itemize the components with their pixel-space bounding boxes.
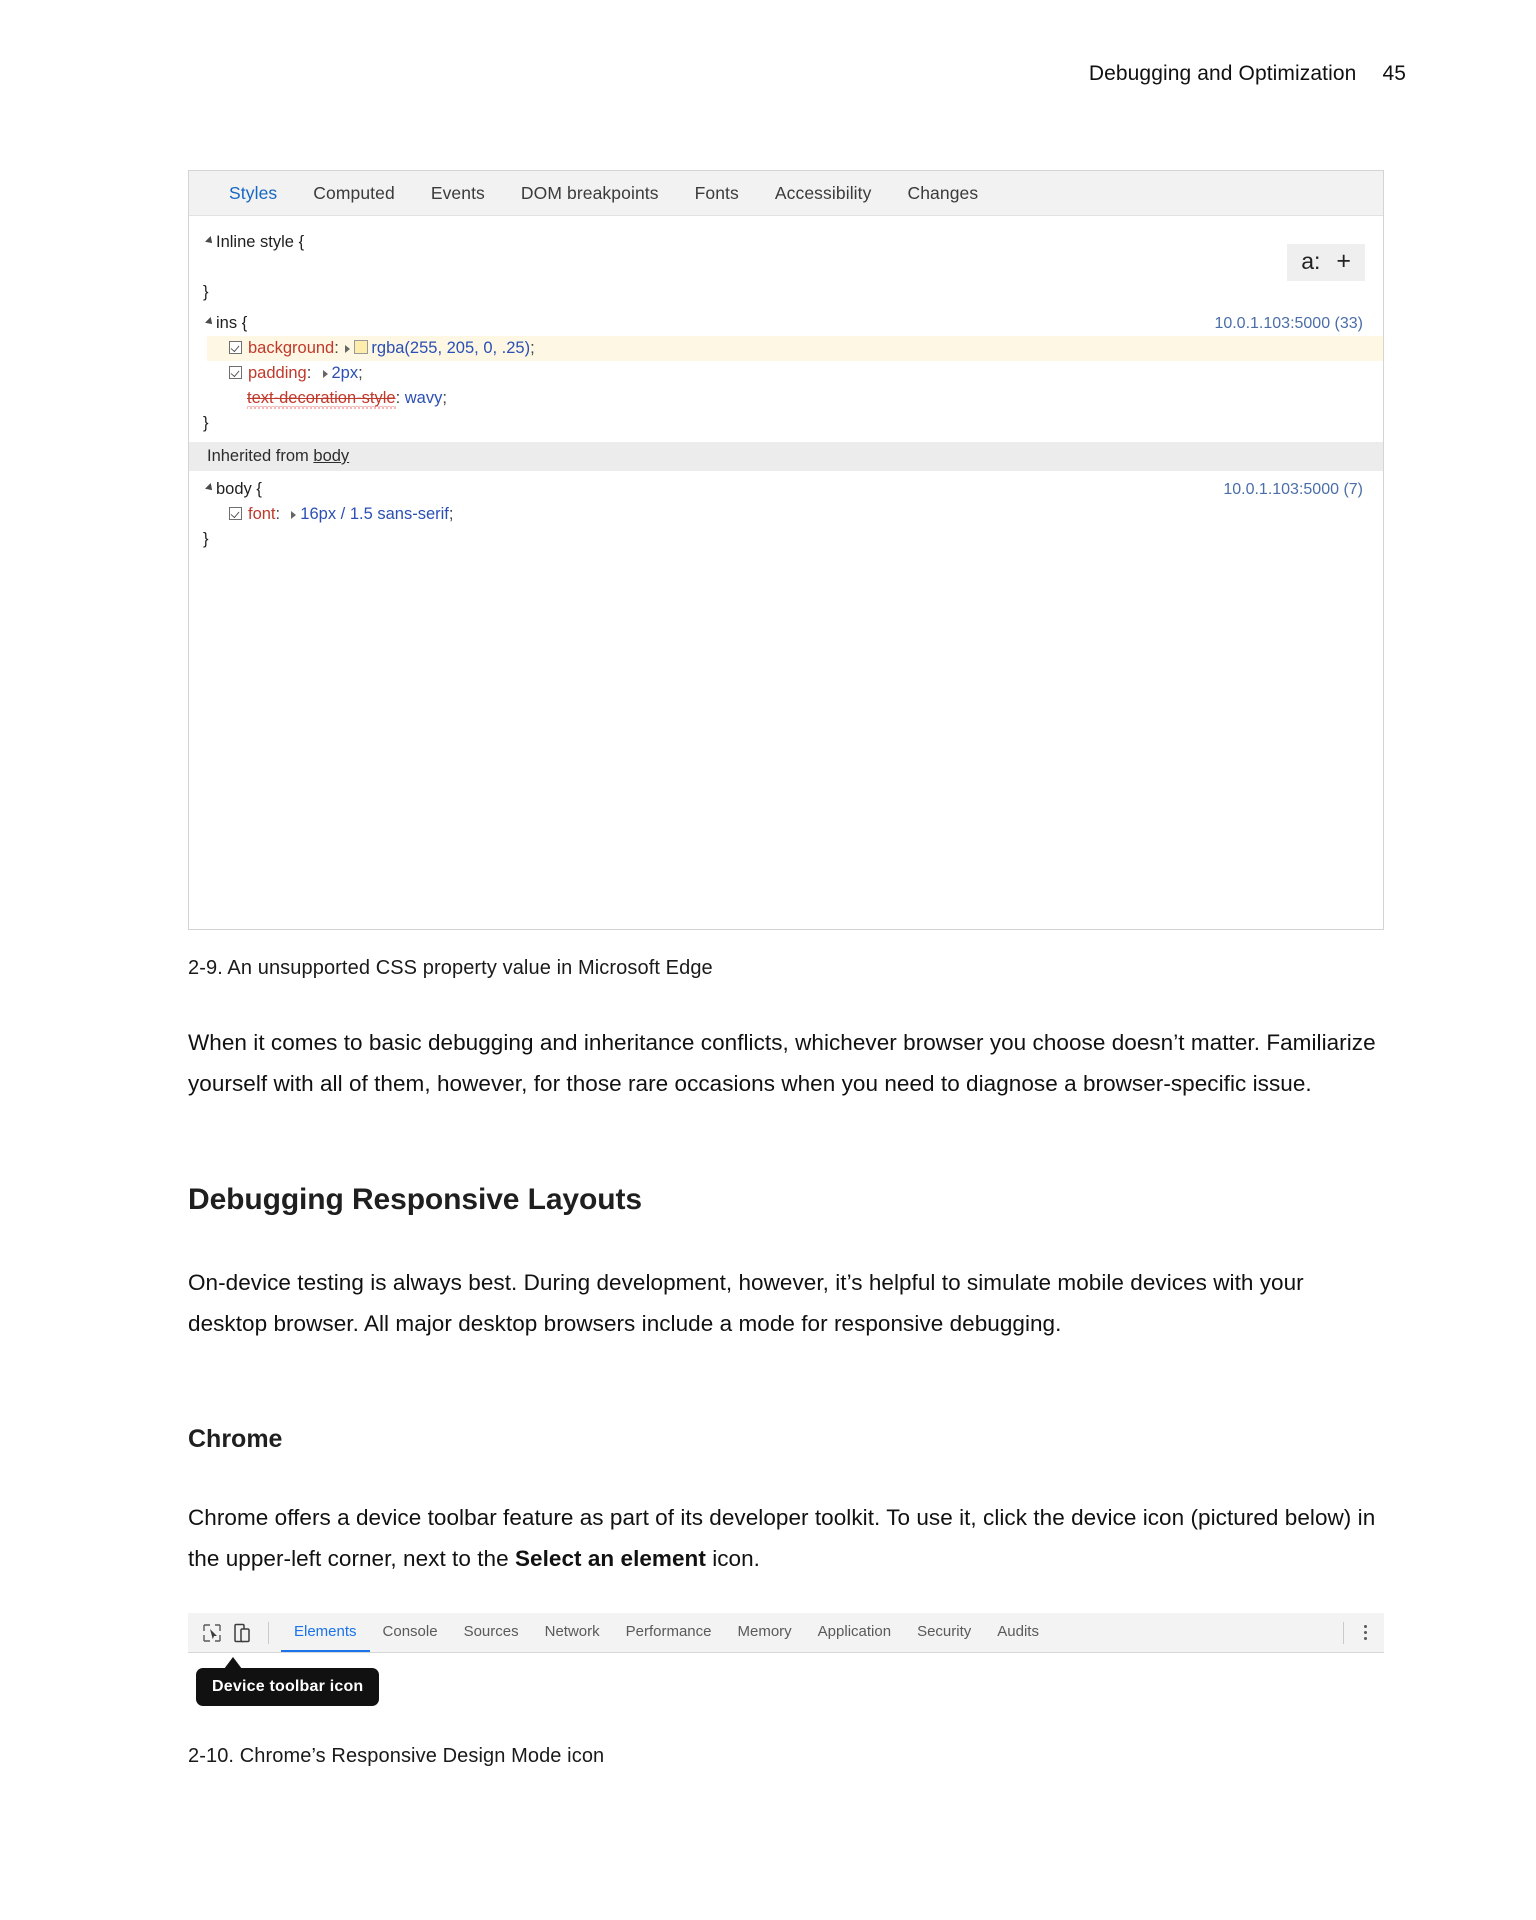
selector-text: Inline style — [216, 233, 294, 251]
property-value: 16px / 1.5 sans-serif — [300, 505, 449, 523]
semicolon: ; — [530, 339, 535, 357]
running-head: Debugging and Optimization 45 — [1089, 62, 1406, 86]
close-brace: } — [203, 530, 209, 548]
tab-sources[interactable]: Sources — [451, 1613, 532, 1652]
tab-network[interactable]: Network — [532, 1613, 613, 1652]
property-name-invalid: text-decoration-style — [247, 389, 396, 407]
inline-bold-select-an-element: Select an element — [514, 1546, 706, 1571]
rule-close-line: } — [203, 280, 1383, 305]
toolbar-divider — [268, 1621, 269, 1644]
open-brace: { — [298, 233, 305, 251]
rule-close-line: } — [203, 527, 1383, 552]
css-rule-ins: ins { 10.0.1.103:5000 (33) background: r… — [189, 305, 1383, 436]
callout-device-toolbar-icon: Device toolbar icon — [196, 1657, 380, 1706]
inherited-from-header: Inherited from body — [189, 442, 1383, 471]
css-rule-inline-style: Inline style { } — [189, 216, 1383, 305]
figure-edge-styles-pane: Styles Computed Events DOM breakpoints F… — [188, 170, 1384, 930]
selector-text: ins — [216, 314, 238, 332]
declaration-background[interactable]: background: rgba(255, 205, 0, .25); — [207, 336, 1383, 361]
figure-caption-2-9: 2-9. An unsupported CSS property value i… — [188, 957, 713, 979]
paragraph-browser-choice: When it comes to basic debugging and inh… — [188, 1030, 1376, 1096]
declaration-checkbox[interactable] — [229, 507, 242, 520]
colon: : — [306, 364, 321, 382]
colon: : — [395, 389, 405, 407]
edge-styles-body: a: + Inline style { } ins { 10.0.1.103:5… — [189, 216, 1383, 929]
tab-dom-breakpoints[interactable]: DOM breakpoints — [503, 183, 677, 204]
device-toolbar-icon[interactable] — [230, 1621, 254, 1645]
tab-security[interactable]: Security — [904, 1613, 984, 1652]
paragraph-on-device-testing: On-device testing is always best. During… — [188, 1270, 1304, 1336]
colon: : — [275, 505, 290, 523]
property-value: 2px — [331, 364, 359, 382]
declaration-padding[interactable]: padding: 2px; — [207, 361, 1383, 386]
expander-triangle-icon[interactable] — [345, 345, 351, 353]
rule-selector-line[interactable]: ins { 10.0.1.103:5000 (33) — [205, 311, 1383, 336]
heading-chrome: Chrome — [188, 1425, 283, 1453]
paragraph-text-part-1: Chrome offers a device toolbar feature a… — [188, 1505, 1376, 1571]
semicolon: ; — [358, 364, 363, 382]
toolbar-right-controls — [1335, 1621, 1374, 1644]
disclosure-triangle-icon[interactable] — [205, 483, 215, 493]
edge-devtools-tabbar: Styles Computed Events DOM breakpoints F… — [189, 171, 1383, 216]
tab-console[interactable]: Console — [370, 1613, 451, 1652]
inherited-prefix: Inherited from — [207, 447, 309, 465]
rule-selector-line[interactable]: body { 10.0.1.103:5000 (7) — [205, 477, 1383, 502]
tab-events[interactable]: Events — [413, 183, 503, 204]
close-brace: } — [203, 414, 209, 432]
tab-accessibility[interactable]: Accessibility — [757, 183, 890, 204]
colon: : — [334, 339, 344, 357]
tab-audits[interactable]: Audits — [984, 1613, 1052, 1652]
disclosure-triangle-icon[interactable] — [205, 317, 215, 327]
disclosure-triangle-icon[interactable] — [205, 236, 215, 246]
tab-styles[interactable]: Styles — [211, 183, 295, 204]
rule-source-link[interactable]: 10.0.1.103:5000 (7) — [1223, 477, 1363, 502]
rule-source-link[interactable]: 10.0.1.103:5000 (33) — [1214, 311, 1363, 336]
property-name: font — [248, 505, 276, 523]
running-head-title: Debugging and Optimization — [1088, 62, 1357, 85]
semicolon: ; — [448, 505, 454, 523]
expander-triangle-icon[interactable] — [322, 370, 328, 378]
selector-text: body — [216, 480, 252, 498]
property-name: padding — [248, 364, 307, 382]
paragraph-text-part-2: icon. — [705, 1546, 760, 1571]
open-brace: { — [241, 314, 248, 332]
inherited-target-link[interactable]: body — [313, 447, 349, 465]
declaration-checkbox[interactable] — [229, 341, 242, 354]
declaration-font[interactable]: font: 16px / 1.5 sans-serif; — [207, 502, 1383, 527]
tab-changes[interactable]: Changes — [889, 183, 996, 204]
figure-caption-2-10: 2-10. Chrome’s Responsive Design Mode ic… — [188, 1745, 605, 1767]
property-value: wavy — [404, 389, 443, 407]
tab-elements[interactable]: Elements — [281, 1613, 370, 1652]
tab-memory[interactable]: Memory — [725, 1613, 805, 1652]
rule-selector-line[interactable]: Inline style { — [205, 230, 1383, 255]
tab-computed[interactable]: Computed — [295, 183, 413, 204]
css-rule-body: body { 10.0.1.103:5000 (7) font: 16px / … — [189, 471, 1383, 552]
property-name: background — [248, 339, 335, 357]
declaration-text-decoration-style-invalid[interactable]: text-decoration-style: wavy; — [207, 386, 1383, 411]
page-number: 45 — [1382, 62, 1406, 85]
tab-application[interactable]: Application — [805, 1613, 904, 1652]
more-options-icon[interactable] — [1356, 1625, 1374, 1640]
figure-chrome-devtools-toolbar: Elements Console Sources Network Perform… — [188, 1613, 1384, 1653]
rule-empty-line — [207, 255, 1383, 280]
open-brace: { — [256, 480, 262, 498]
semicolon: ; — [442, 389, 447, 407]
close-brace: } — [203, 283, 209, 301]
tab-fonts[interactable]: Fonts — [677, 183, 757, 204]
rule-close-line: } — [203, 411, 1383, 436]
toolbar-divider-right — [1343, 1621, 1344, 1644]
tab-performance[interactable]: Performance — [613, 1613, 725, 1652]
select-element-icon[interactable] — [200, 1621, 224, 1645]
paragraph-chrome-device-toolbar: Chrome offers a device toolbar feature a… — [188, 1497, 1384, 1579]
declaration-checkbox[interactable] — [229, 366, 242, 379]
property-value: rgba(255, 205, 0, .25) — [371, 339, 531, 357]
heading-debugging-responsive-layouts: Debugging Responsive Layouts — [188, 1183, 642, 1216]
color-swatch-icon[interactable] — [354, 340, 369, 354]
expander-triangle-icon[interactable] — [291, 511, 297, 519]
chrome-devtools-tabs: Elements Console Sources Network Perform… — [281, 1613, 1052, 1652]
